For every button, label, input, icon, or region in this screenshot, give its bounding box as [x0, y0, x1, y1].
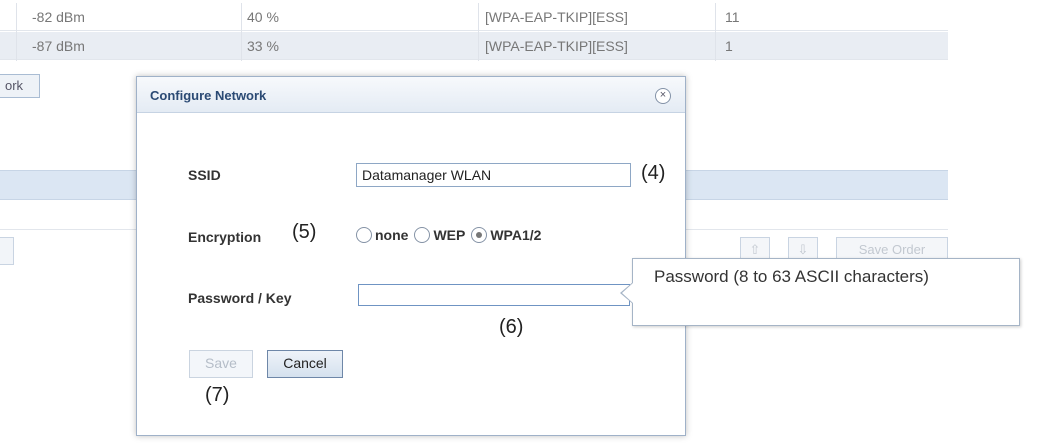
callout-4: (4) [641, 162, 666, 184]
cancel-button[interactable]: Cancel [267, 350, 343, 378]
password-input[interactable] [358, 284, 630, 306]
column-divider [478, 3, 479, 61]
quality-cell: 40 % [247, 9, 279, 25]
partial-button[interactable] [0, 237, 14, 265]
signal-strength-cell: -82 dBm [32, 9, 85, 25]
channel-cell: 1 [725, 38, 733, 54]
encryption-option-wpa[interactable]: WPA1/2 [471, 227, 541, 243]
callout-7: (7) [205, 384, 230, 406]
channel-cell: 11 [725, 9, 740, 25]
table-row[interactable]: -87 dBm 33 % [WPA-EAP-TKIP][ESS] 1 [0, 32, 948, 60]
encryption-cell: [WPA-EAP-TKIP][ESS] [485, 38, 628, 54]
configure-network-button[interactable]: ork [0, 74, 40, 98]
encryption-cell: [WPA-EAP-TKIP][ESS] [485, 9, 628, 25]
radio-label: WPA1/2 [490, 227, 542, 243]
callout-6: (6) [499, 316, 524, 338]
encryption-option-none[interactable]: none [356, 227, 408, 243]
column-divider [715, 3, 716, 61]
radio-button[interactable] [356, 227, 372, 243]
encryption-option-wep[interactable]: WEP [414, 227, 465, 243]
dialog-title: Configure Network [150, 88, 267, 103]
column-divider [241, 3, 242, 61]
signal-strength-cell: -87 dBm [32, 38, 85, 54]
save-button[interactable]: Save [189, 350, 253, 378]
password-tooltip: Password (8 to 63 ASCII characters) [632, 258, 1020, 326]
quality-cell: 33 % [247, 38, 279, 54]
configure-network-dialog: Configure Network × SSID Encryption none… [136, 76, 686, 436]
callout-5: (5) [292, 221, 317, 243]
radio-button-selected[interactable] [471, 227, 488, 243]
password-label: Password / Key [188, 290, 292, 306]
ssid-input[interactable] [356, 163, 631, 187]
ssid-label: SSID [188, 167, 221, 183]
radio-label: WEP [433, 227, 466, 243]
dialog-header[interactable]: Configure Network × [137, 77, 685, 113]
radio-button[interactable] [414, 227, 431, 243]
column-divider [16, 3, 17, 61]
radio-label: none [375, 227, 409, 243]
tooltip-arrow-inner [622, 283, 633, 303]
encryption-label: Encryption [188, 229, 262, 245]
table-row[interactable]: -82 dBm 40 % [WPA-EAP-TKIP][ESS] 11 [0, 3, 948, 31]
encryption-radio-group: none WEP WPA1/2 [356, 223, 547, 247]
close-icon[interactable]: × [655, 88, 671, 104]
